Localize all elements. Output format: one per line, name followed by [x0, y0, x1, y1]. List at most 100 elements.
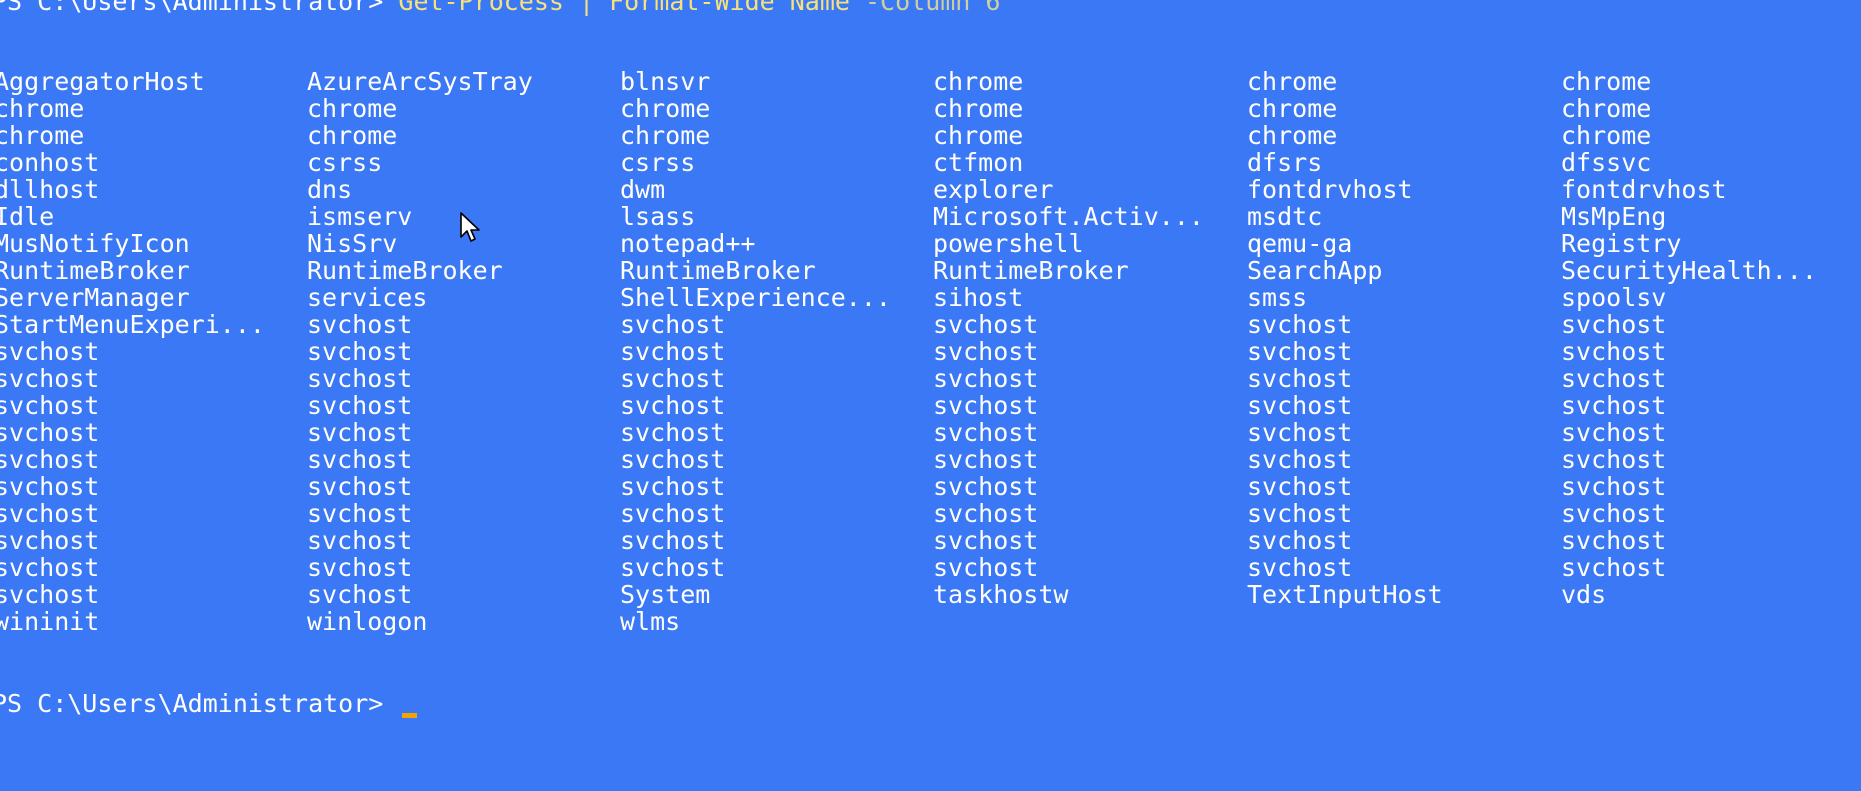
process-name: svchost [307, 310, 413, 339]
process-name: svchost [620, 418, 726, 447]
process-name: svchost [307, 472, 413, 501]
command-parameter: -Column 6 [864, 0, 1001, 16]
process-name: sihost [933, 283, 1024, 312]
process-name: svchost [0, 553, 100, 582]
process-name: qemu-ga [1247, 229, 1353, 258]
process-name: svchost [933, 418, 1039, 447]
process-name: svchost [1561, 310, 1667, 339]
process-name: RuntimeBroker [307, 256, 503, 285]
current-prompt: PS C:\Users\Administrator> [0, 689, 399, 718]
process-name: svchost [307, 445, 413, 474]
process-name: svchost [620, 337, 726, 366]
process-name: SecurityHealth... [1561, 256, 1817, 285]
process-name: ShellExperience... [620, 283, 891, 312]
process-name: svchost [620, 472, 726, 501]
process-name: chrome [620, 94, 711, 123]
process-name: svchost [1561, 337, 1667, 366]
process-name: msdtc [1247, 202, 1323, 231]
process-name: svchost [1247, 499, 1353, 528]
process-name: svchost [0, 364, 100, 393]
process-name: chrome [0, 121, 85, 150]
process-name: chrome [620, 121, 711, 150]
process-name: spoolsv [1561, 283, 1667, 312]
process-name: fontdrvhost [1247, 175, 1413, 204]
process-name: svchost [1247, 445, 1353, 474]
process-name: dllhost [0, 175, 100, 204]
process-name: explorer [933, 175, 1054, 204]
process-name: dns [307, 175, 353, 204]
process-name: svchost [933, 526, 1039, 555]
process-name: svchost [1561, 526, 1667, 555]
process-name: svchost [933, 364, 1039, 393]
process-name: wlms [620, 607, 681, 636]
process-name: svchost [0, 499, 100, 528]
process-name: svchost [1561, 553, 1667, 582]
process-name: csrss [307, 148, 383, 177]
process-name: svchost [1561, 445, 1667, 474]
process-name: svchost [0, 526, 100, 555]
command-prompt: PS C:\Users\Administrator> [0, 0, 399, 16]
arrow-cursor-icon [460, 212, 480, 242]
process-name: blnsvr [620, 67, 711, 96]
process-name: taskhostw [933, 580, 1069, 609]
process-name: svchost [307, 337, 413, 366]
text-cursor [402, 713, 418, 718]
process-name: svchost [307, 364, 413, 393]
process-name: csrss [620, 148, 696, 177]
process-name: RuntimeBroker [933, 256, 1129, 285]
process-name: svchost [1561, 364, 1667, 393]
process-name: svchost [933, 553, 1039, 582]
process-name: chrome [1247, 94, 1338, 123]
process-name: svchost [1247, 472, 1353, 501]
process-name: svchost [620, 553, 726, 582]
process-name: ctfmon [933, 148, 1024, 177]
process-name: chrome [0, 94, 85, 123]
command-line: PS C:\Users\Administrator> Get-Process |… [0, 0, 1000, 15]
process-name: chrome [307, 94, 398, 123]
process-name: StartMenuExperi... [0, 310, 265, 339]
process-name: wininit [0, 607, 100, 636]
process-name: svchost [0, 580, 100, 609]
process-name: chrome [1561, 67, 1652, 96]
process-name: chrome [1247, 121, 1338, 150]
process-name: lsass [620, 202, 696, 231]
process-name: svchost [307, 526, 413, 555]
process-name: svchost [0, 445, 100, 474]
process-name: vds [1561, 580, 1607, 609]
process-name: svchost [0, 337, 100, 366]
process-name: svchost [1247, 337, 1353, 366]
process-name: chrome [933, 94, 1024, 123]
process-name: svchost [0, 472, 100, 501]
process-name: services [307, 283, 428, 312]
process-name-list: AggregatorHost AzureArcSysTray blnsvr chrom… [0, 68, 1861, 635]
process-name: MsMpEng [1561, 202, 1667, 231]
process-name: System [620, 580, 711, 609]
process-name: svchost [1247, 391, 1353, 420]
process-name: fontdrvhost [1561, 175, 1727, 204]
process-name: svchost [1561, 499, 1667, 528]
process-name: chrome [933, 67, 1024, 96]
process-name: svchost [933, 337, 1039, 366]
process-name: svchost [307, 580, 413, 609]
input-line[interactable]: PS C:\Users\Administrator> [0, 689, 418, 718]
process-name: svchost [933, 499, 1039, 528]
process-name: svchost [307, 391, 413, 420]
process-name: svchost [307, 499, 413, 528]
process-name: svchost [933, 472, 1039, 501]
process-name: notepad++ [620, 229, 756, 258]
process-name: svchost [1561, 418, 1667, 447]
process-name: dwm [620, 175, 666, 204]
process-name: SearchApp [1247, 256, 1383, 285]
process-name: powershell [933, 229, 1084, 258]
process-name: RuntimeBroker [620, 256, 816, 285]
process-name: winlogon [307, 607, 428, 636]
process-name: Registry [1561, 229, 1682, 258]
powershell-terminal[interactable]: PS C:\Users\Administrator> Get-Process |… [0, 0, 1861, 791]
process-name: MusNotifyIcon [0, 229, 190, 258]
process-name: chrome [1247, 67, 1338, 96]
process-name: svchost [620, 499, 726, 528]
process-name: svchost [933, 310, 1039, 339]
process-name: AzureArcSysTray [307, 67, 533, 96]
process-name: chrome [933, 121, 1024, 150]
process-name: svchost [620, 364, 726, 393]
